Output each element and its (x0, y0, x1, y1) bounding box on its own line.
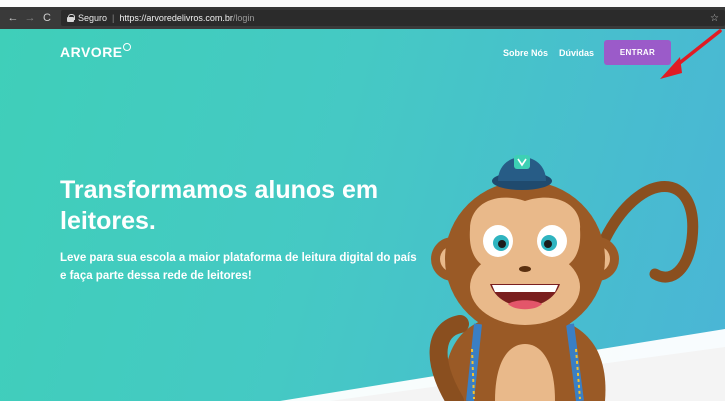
hero-section: ARVORE Sobre Nós Dúvidas ENTRAR Transfor… (0, 29, 725, 401)
nav-link-about[interactable]: Sobre Nós (503, 48, 548, 58)
bookmark-star-icon[interactable]: ☆ (710, 13, 719, 24)
annotation-arrow (660, 29, 722, 79)
url-host: https://arvoredelivros.com.br (119, 13, 233, 23)
hero-headline: Transformamos alunos em leitores. (60, 176, 379, 235)
url-path: /login (232, 13, 255, 23)
reload-icon[interactable]: C (40, 11, 54, 25)
logo-mark-icon (123, 43, 131, 51)
arvore-logo[interactable]: ARVORE (60, 44, 123, 60)
forward-arrow-icon[interactable]: → (23, 11, 37, 25)
back-arrow-icon[interactable]: ← (6, 11, 20, 25)
monkey-mascot (429, 155, 699, 401)
secure-label: Seguro (78, 13, 108, 23)
hero-subline: Leve para sua escola a maior plataforma … (60, 252, 417, 282)
address-bar[interactable]: Seguro | https://arvoredelivros.com.br/l… (61, 10, 725, 26)
nav-link-faq[interactable]: Dúvidas (559, 48, 594, 58)
lock-icon (67, 14, 75, 22)
browser-toolbar: ← → C Seguro | https://arvoredelivros.co… (0, 7, 725, 29)
url-separator: | (112, 13, 115, 23)
